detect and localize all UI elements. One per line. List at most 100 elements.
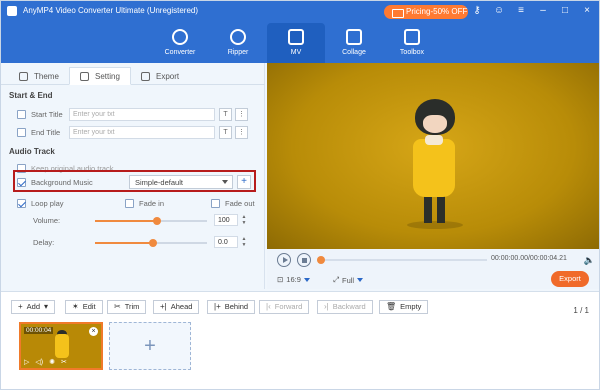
- fade-in-checkbox[interactable]: [125, 198, 134, 208]
- zoom-select[interactable]: ⤢ Full: [333, 275, 364, 285]
- backward-button[interactable]: ›| Backward: [317, 300, 373, 314]
- ripper-icon: [230, 29, 246, 45]
- nav-collage[interactable]: Collage: [325, 23, 383, 63]
- start-title-input[interactable]: Enter your txt: [69, 108, 215, 121]
- stop-icon: [302, 258, 307, 263]
- pricing-button[interactable]: Pricing-50% OFF: [384, 5, 468, 19]
- delay-fill: [95, 242, 154, 244]
- volume-icon[interactable]: ◁): [35, 358, 43, 366]
- text-format-icon[interactable]: T: [219, 126, 232, 139]
- volume-icon[interactable]: 🔈: [584, 255, 595, 266]
- progress-bar[interactable]: [317, 256, 487, 264]
- nav-toolbox[interactable]: Toolbox: [383, 23, 441, 63]
- export-icon: [141, 71, 150, 81]
- text-style-icon[interactable]: ⋮: [235, 126, 248, 139]
- volume-value[interactable]: 100: [214, 214, 238, 226]
- fade-out-checkbox[interactable]: [211, 198, 220, 208]
- video-preview: [267, 63, 599, 249]
- delay-spinner[interactable]: ▲ ▼: [241, 236, 247, 248]
- volume-fill: [95, 220, 157, 222]
- nav-converter[interactable]: Converter: [151, 23, 209, 63]
- progress-knob[interactable]: [317, 256, 325, 264]
- delay-knob[interactable]: [149, 239, 158, 247]
- clip-toolbar: + Add ▾ ✶ Edit ✂ Trim +| Ahead |+ Behind…: [1, 298, 599, 316]
- tab-setting[interactable]: Setting: [69, 67, 131, 85]
- backward-icon: ›|: [324, 302, 329, 311]
- behind-button[interactable]: |+ Behind: [207, 300, 256, 314]
- user-icon[interactable]: ☺: [493, 5, 505, 17]
- scissors-icon[interactable]: ✂: [61, 358, 67, 366]
- chevron-down-icon: [357, 278, 364, 282]
- scissors-icon: ✂: [114, 302, 121, 311]
- play-button[interactable]: [277, 253, 291, 267]
- text-style-icon[interactable]: ⋮: [235, 108, 248, 121]
- app-window: AnyMP4 Video Converter Ultimate (Unregis…: [0, 0, 600, 390]
- add-clip-tile[interactable]: +: [109, 322, 191, 370]
- start-title-row: Start Title: [17, 107, 63, 121]
- tab-export[interactable]: Export: [141, 67, 179, 85]
- loop-play-checkbox[interactable]: [17, 198, 26, 208]
- delay-value[interactable]: 0.0: [214, 236, 238, 248]
- edit-icon: ✶: [72, 302, 79, 311]
- end-title-input[interactable]: Enter your txt: [69, 126, 215, 139]
- toolbox-icon: [404, 29, 420, 45]
- character-figure: [413, 139, 455, 197]
- close-icon[interactable]: ×: [581, 5, 593, 17]
- theme-icon: [19, 71, 28, 81]
- key-icon[interactable]: ⚷: [471, 5, 483, 17]
- effect-icon[interactable]: ✺: [49, 358, 55, 366]
- highlight-box: [13, 170, 256, 192]
- aspect-icon: ⊡: [277, 275, 284, 284]
- delay-slider[interactable]: [95, 239, 207, 247]
- aspect-ratio-select[interactable]: ⊡ 16:9: [277, 275, 310, 284]
- volume-label: Volume:: [33, 215, 61, 225]
- window-title: AnyMP4 Video Converter Ultimate (Unregis…: [23, 6, 199, 15]
- chevron-down-icon: [303, 277, 310, 282]
- menu-icon[interactable]: ≡: [515, 5, 527, 17]
- forward-button[interactable]: |‹ Forward: [259, 300, 310, 314]
- ahead-button[interactable]: +| Ahead: [153, 300, 200, 314]
- figure-shadow: [407, 221, 463, 229]
- chevron-down-icon: ▾: [44, 302, 49, 311]
- loop-play-row: Loop play: [17, 196, 64, 210]
- maximize-icon[interactable]: □: [559, 5, 571, 17]
- gear-icon: [80, 71, 89, 81]
- clip-duration: 00:00:04: [24, 327, 54, 334]
- nav-mv[interactable]: MV: [267, 23, 325, 63]
- play-icon: [283, 257, 288, 263]
- volume-slider[interactable]: [95, 217, 207, 225]
- empty-button[interactable]: 🗑 Empty: [379, 300, 429, 314]
- clip-thumbnail[interactable]: 00:00:04 × ▷ ◁) ✺ ✂: [19, 322, 103, 370]
- player-controls: 00:00:00.00/00:00:04.21 🔈 ⊡ 16:9 ⤢ Full …: [267, 249, 599, 289]
- end-title-checkbox[interactable]: [17, 127, 26, 137]
- volume-spinner[interactable]: ▲ ▼: [241, 214, 247, 226]
- trash-icon: 🗑: [386, 302, 397, 311]
- edit-button[interactable]: ✶ Edit: [65, 300, 103, 314]
- tab-theme[interactable]: Theme: [19, 67, 59, 85]
- minimize-icon[interactable]: –: [537, 5, 549, 17]
- play-icon[interactable]: ▷: [24, 358, 29, 366]
- close-icon[interactable]: ×: [89, 327, 98, 336]
- time-display: 00:00:00.00/00:00:04.21: [491, 255, 567, 262]
- volume-knob[interactable]: [152, 217, 161, 225]
- end-title-row: End Title: [17, 125, 60, 139]
- plus-icon: +: [18, 302, 23, 311]
- fade-out-row: Fade out: [211, 196, 255, 210]
- nav-ripper[interactable]: Ripper: [209, 23, 267, 63]
- clip-tools: ▷ ◁) ✺ ✂: [24, 358, 67, 366]
- behind-icon: |+: [214, 302, 221, 311]
- stop-button[interactable]: [297, 253, 311, 267]
- timeline-area: + Add ▾ ✶ Edit ✂ Trim +| Ahead |+ Behind…: [1, 291, 599, 389]
- settings-tabs: Theme Setting Export: [1, 65, 265, 85]
- app-logo-icon: [7, 6, 17, 16]
- text-format-icon[interactable]: T: [219, 108, 232, 121]
- delay-label: Delay:: [33, 237, 55, 247]
- main-nav: Converter Ripper MV Collage Toolbox: [151, 23, 441, 63]
- export-button[interactable]: Export: [551, 271, 589, 287]
- trim-button[interactable]: ✂ Trim: [107, 300, 147, 314]
- converter-icon: [172, 29, 188, 45]
- start-title-checkbox[interactable]: [17, 109, 26, 119]
- forward-icon: |‹: [266, 302, 271, 311]
- add-button[interactable]: + Add ▾: [11, 300, 56, 314]
- section-audio-track: Audio Track: [9, 147, 55, 156]
